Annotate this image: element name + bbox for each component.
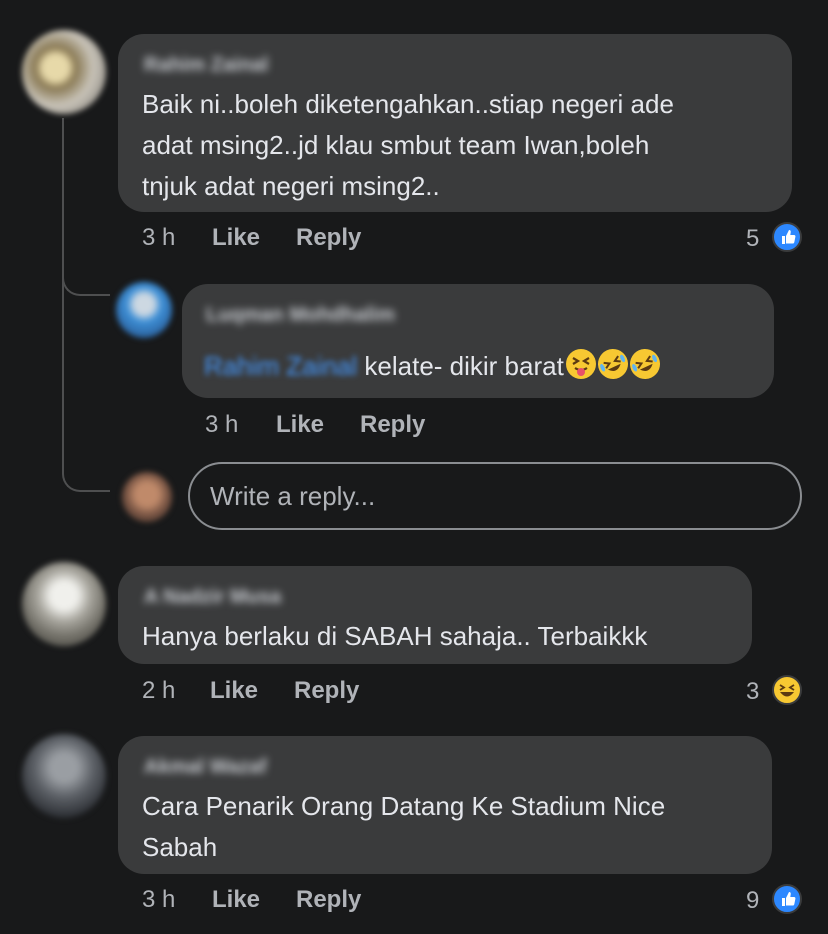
comment-bubble: A Nadzir Musa Hanya berlaku di SABAH sah… bbox=[118, 566, 752, 664]
reply-author[interactable]: Luqman Mohdhalim bbox=[206, 304, 395, 327]
reply-bubble: Luqman Mohdhalim Rahim Zainal kelate- di… bbox=[182, 284, 774, 398]
comment-timestamp[interactable]: 3 h bbox=[142, 886, 175, 914]
comment-author[interactable]: Akmal Wazaf bbox=[144, 756, 267, 779]
reply-button[interactable]: Reply bbox=[294, 677, 359, 705]
reply-timestamp[interactable]: 3 h bbox=[205, 411, 238, 439]
reply-button[interactable]: Reply bbox=[360, 411, 425, 439]
reply-input[interactable]: Write a reply... bbox=[188, 462, 802, 530]
comment-author[interactable]: A Nadzir Musa bbox=[144, 586, 281, 609]
reaction-count[interactable]: 5 bbox=[746, 225, 759, 253]
reaction-count[interactable]: 3 bbox=[746, 678, 759, 706]
like-icon bbox=[772, 884, 802, 914]
reply-text: Rahim Zainal kelate- dikir barat bbox=[204, 344, 665, 387]
reply-body: kelate- dikir barat bbox=[357, 351, 564, 381]
like-button[interactable]: Like bbox=[212, 224, 260, 252]
like-button[interactable]: Like bbox=[212, 886, 260, 914]
comment-text: Baik ni..boleh diketengahkan..stiap nege… bbox=[142, 89, 674, 201]
comment-author[interactable]: Rahim Zainal bbox=[144, 54, 268, 77]
rofl-emoji bbox=[624, 344, 665, 384]
reply-button[interactable]: Reply bbox=[296, 886, 361, 914]
thread-line-curve-input bbox=[62, 290, 110, 492]
reaction-count[interactable]: 9 bbox=[746, 887, 759, 915]
comment-timestamp[interactable]: 3 h bbox=[142, 224, 175, 252]
comment-timestamp[interactable]: 2 h bbox=[142, 677, 175, 705]
reply-button[interactable]: Reply bbox=[296, 224, 361, 252]
avatar bbox=[122, 472, 172, 522]
like-button[interactable]: Like bbox=[210, 677, 258, 705]
avatar[interactable] bbox=[116, 282, 172, 338]
like-icon bbox=[772, 222, 802, 252]
comment-text: Hanya berlaku di SABAH sahaja.. Terbaikk… bbox=[142, 621, 648, 651]
rofl-emoji bbox=[592, 344, 633, 384]
avatar[interactable] bbox=[22, 734, 106, 818]
comment-bubble: Rahim Zainal Baik ni..boleh diketengahka… bbox=[118, 34, 792, 212]
mention-link[interactable]: Rahim Zainal bbox=[204, 351, 357, 381]
haha-icon bbox=[772, 675, 802, 705]
comment-bubble: Akmal Wazaf Cara Penarik Orang Datang Ke… bbox=[118, 736, 772, 874]
comment-text: Cara Penarik Orang Datang Ke Stadium Nic… bbox=[142, 791, 666, 862]
avatar[interactable] bbox=[22, 30, 106, 114]
like-button[interactable]: Like bbox=[276, 411, 324, 439]
avatar[interactable] bbox=[22, 562, 106, 646]
squinting-tongue-emoji bbox=[565, 349, 596, 379]
